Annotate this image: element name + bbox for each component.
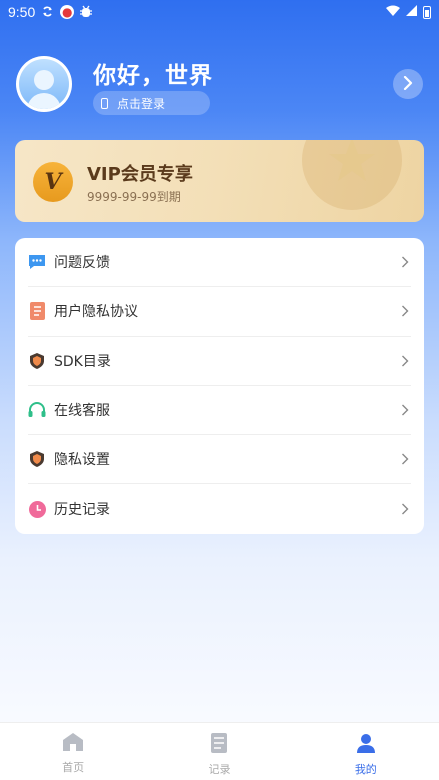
vip-expiry: 9999-99-99到期 — [87, 190, 181, 204]
tab-label: 记录 — [208, 763, 231, 776]
menu-label: SDK目录 — [54, 353, 111, 370]
tab-label: 首页 — [62, 761, 85, 774]
bug-icon — [80, 5, 93, 20]
chevron-right-icon — [401, 404, 411, 416]
menu-label: 隐私设置 — [54, 452, 110, 469]
vip-title: VIP会员专享 — [87, 164, 193, 185]
user-icon — [356, 733, 376, 757]
battery-icon — [423, 5, 431, 19]
home-icon — [63, 733, 84, 755]
login-button[interactable]: 点击登录 — [93, 91, 210, 115]
sync-icon — [41, 5, 54, 20]
chevron-right-icon — [401, 355, 411, 367]
wifi-icon — [386, 5, 400, 20]
menu-item-feedback[interactable]: 问题反馈 — [28, 238, 411, 288]
menu-label: 问题反馈 — [54, 255, 110, 272]
status-time: 9:50 — [8, 4, 36, 20]
menu-item-privacy-agreement[interactable]: 用户隐私协议 — [28, 287, 411, 337]
star-coin-icon — [302, 140, 402, 210]
feedback-icon — [28, 253, 46, 271]
chevron-right-icon — [401, 503, 411, 515]
phone-icon — [101, 97, 108, 109]
chevron-right-icon — [401, 453, 411, 465]
login-label: 点击登录 — [117, 96, 166, 111]
profile-header: 你好，世界 点击登录 — [16, 56, 423, 116]
menu-item-online-service[interactable]: 在线客服 — [28, 386, 411, 436]
chevron-right-icon — [401, 256, 411, 268]
status-bar: 9:50 ● — [0, 0, 439, 24]
greeting-title: 你好，世界 — [93, 63, 213, 89]
menu-label: 用户隐私协议 — [54, 304, 138, 321]
shield-icon — [28, 450, 46, 468]
clock-icon — [28, 500, 46, 518]
tab-home[interactable]: 首页 — [0, 723, 146, 780]
shield-icon — [28, 352, 46, 370]
menu-label: 历史记录 — [54, 502, 110, 519]
menu-label: 在线客服 — [54, 403, 110, 420]
record-icon — [210, 733, 228, 757]
document-icon — [28, 302, 46, 321]
bottom-tab-bar: 首页 记录 我的 — [0, 722, 439, 780]
tab-label: 我的 — [354, 763, 377, 776]
menu-item-history[interactable]: 历史记录 — [28, 484, 411, 533]
tab-record[interactable]: 记录 — [146, 723, 292, 780]
menu-item-sdk-list[interactable]: SDK目录 — [28, 337, 411, 386]
chevron-right-icon — [401, 305, 411, 317]
tab-mine[interactable]: 我的 — [293, 723, 439, 780]
menu-item-privacy-settings[interactable]: 隐私设置 — [28, 435, 411, 485]
menu-list: 问题反馈 用户隐私协议 SDK目录 在线客服 隐私设置 历史记录 — [15, 238, 424, 534]
chevron-right-icon — [402, 75, 414, 94]
app-notification-icon: ● — [60, 5, 75, 19]
headset-icon — [28, 401, 46, 419]
vip-badge-icon: V — [33, 162, 73, 202]
profile-arrow-button[interactable] — [393, 69, 423, 99]
vip-card[interactable]: V VIP会员专享 9999-99-99到期 — [15, 140, 424, 222]
signal-icon — [406, 4, 417, 20]
avatar[interactable] — [16, 56, 72, 112]
